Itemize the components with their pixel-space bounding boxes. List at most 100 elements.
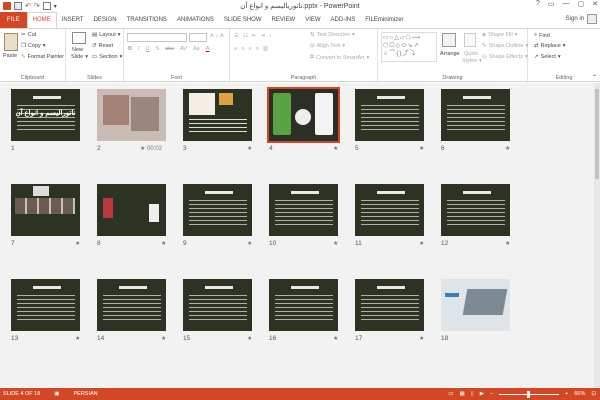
slide-thumbnail[interactable] [355, 89, 424, 141]
slide-thumbnail[interactable] [183, 184, 252, 236]
undo-icon[interactable]: ↶ [25, 2, 31, 10]
tab-add-ins[interactable]: ADD-INS [326, 12, 361, 28]
close-button[interactable]: ✕ [592, 0, 598, 8]
zoom-slider-thumb[interactable] [527, 390, 531, 398]
tab-file[interactable]: FILE [0, 12, 27, 28]
change-case-button[interactable]: Aa [193, 46, 200, 52]
tab-home[interactable]: HOME [26, 12, 57, 28]
slide-sorter-view-icon[interactable]: ▦ [459, 391, 464, 397]
sign-in-link[interactable]: Sign in [566, 16, 584, 22]
tab-slide-show[interactable]: SLIDE SHOW [219, 12, 267, 28]
slide-thumbnail[interactable] [355, 184, 424, 236]
slide-thumbnail[interactable] [267, 87, 340, 143]
increase-indent-icon[interactable]: ⇥ [260, 33, 265, 39]
numbering-icon[interactable]: ☷ [243, 33, 248, 39]
help-button[interactable]: ? [536, 0, 540, 8]
scrollbar-thumb[interactable] [595, 89, 599, 179]
columns-icon[interactable]: ▥ [263, 46, 268, 52]
tab-animations[interactable]: ANIMATIONS [172, 12, 219, 28]
align-right-icon[interactable]: ≡ [248, 46, 251, 52]
shape-fill-button[interactable]: ◈ Shape Fill ▾ [482, 32, 517, 38]
slide-thumbnail[interactable] [97, 89, 166, 141]
arrange-button[interactable]: Arrange [440, 51, 460, 57]
tab-insert[interactable]: INSERT [57, 12, 89, 28]
cut-button[interactable]: ✂ Cut [21, 32, 36, 38]
section-button[interactable]: ▭ Section ▾ [92, 54, 122, 60]
paste-icon[interactable] [4, 33, 18, 51]
slide-thumbnail[interactable] [97, 184, 166, 236]
italic-button[interactable]: I [138, 46, 140, 52]
justify-icon[interactable]: ≡ [256, 46, 259, 52]
character-spacing-button[interactable]: AV [180, 46, 187, 52]
strikethrough-button[interactable]: abc [165, 46, 174, 52]
zoom-level[interactable]: 66% [574, 391, 585, 397]
underline-button[interactable]: U [146, 46, 150, 52]
slide-thumbnail[interactable] [269, 279, 338, 331]
slideshow-view-icon[interactable]: ▶ [480, 391, 484, 397]
slide-thumbnail[interactable] [183, 89, 252, 141]
maximize-button[interactable]: ▢ [578, 0, 585, 8]
slide-thumbnail[interactable] [183, 279, 252, 331]
slide-thumbnail[interactable] [11, 184, 80, 236]
avatar[interactable] [587, 14, 597, 24]
slide-thumbnail[interactable] [11, 279, 80, 331]
find-button[interactable]: ⌕ Find [534, 32, 550, 39]
slideshow-start-icon[interactable] [42, 2, 51, 10]
tab-view[interactable]: VIEW [300, 12, 325, 28]
decrease-indent-icon[interactable]: ⇤ [252, 33, 257, 39]
bullets-icon[interactable]: ☰ [234, 33, 239, 39]
font-color-button[interactable]: A [206, 46, 210, 52]
copy-button[interactable]: ❐ Copy ▾ [21, 43, 46, 49]
slide-thumbnail[interactable] [269, 184, 338, 236]
arrange-icon[interactable] [442, 33, 456, 47]
shape-outline-button[interactable]: ✎ Shape Outline ▾ [482, 43, 528, 49]
tab-transitions[interactable]: TRANSITIONS [122, 12, 172, 28]
tab-fileminimizer[interactable]: FILEminimizer [360, 12, 408, 28]
select-button[interactable]: ➚ Select ▾ [534, 54, 561, 60]
tab-review[interactable]: REVIEW [267, 12, 301, 28]
slide-thumbnail[interactable] [97, 279, 166, 331]
reading-view-icon[interactable]: ▯ [471, 391, 474, 397]
slide-thumbnail[interactable] [441, 279, 510, 331]
normal-view-icon[interactable]: ▭ [448, 391, 453, 397]
slide-thumbnail[interactable] [441, 184, 510, 236]
align-text-button[interactable]: ⊟ Align Text ▾ [310, 43, 345, 49]
format-painter-button[interactable]: ✎ Format Painter [21, 54, 64, 60]
tab-design[interactable]: DESIGN [89, 12, 122, 28]
fit-slide-icon[interactable]: ⊡ [591, 391, 596, 397]
shapes-gallery[interactable]: ▭○△▱⬠⟶ ⬡☐◇⬭↘↗ ☆⌒{}⤴⤵ [381, 32, 437, 62]
slide-thumbnail[interactable]: ناتورالیسم و انواع آن [11, 89, 80, 141]
convert-smartart-button[interactable]: ⧉ Convert to SmartArt ▾ [310, 54, 369, 61]
bold-button[interactable]: B [128, 46, 132, 52]
text-direction-button[interactable]: ⇅ Text Direction ▾ [310, 32, 355, 38]
font-name-input[interactable] [127, 33, 187, 42]
replace-button[interactable]: ⇄ Replace ▾ [534, 43, 566, 49]
quick-styles-dropdown[interactable]: Styles ▾ [462, 58, 482, 64]
layout-button[interactable]: ▤ Layout ▾ [92, 32, 120, 38]
line-spacing-icon[interactable]: ↕ [269, 33, 272, 39]
customize-toolbar-icon[interactable]: ▾ [54, 3, 57, 10]
reset-button[interactable]: ↺ Reset [92, 43, 113, 49]
ribbon-display-button[interactable]: ▭ [548, 0, 555, 8]
paste-button[interactable]: Paste [3, 53, 17, 59]
quick-styles-button[interactable]: Quick [464, 51, 478, 57]
align-left-icon[interactable]: ≡ [234, 46, 237, 52]
align-center-icon[interactable]: ≡ [241, 46, 244, 52]
scrollbar[interactable] [594, 83, 600, 388]
save-icon[interactable] [14, 2, 22, 10]
zoom-in-icon[interactable]: + [565, 391, 568, 397]
zoom-slider[interactable] [499, 390, 560, 398]
zoom-out-icon[interactable]: − [490, 391, 493, 397]
slide-thumbnail[interactable] [441, 89, 510, 141]
new-slide-button[interactable]: New [72, 47, 83, 53]
new-slide-dropdown[interactable]: Slide ▾ [71, 54, 88, 60]
shadow-button[interactable]: S [156, 46, 160, 52]
language-indicator[interactable]: PERSIAN [74, 391, 98, 397]
shape-effects-button[interactable]: ◎ Shape Effects ▾ [482, 54, 528, 60]
minimize-button[interactable]: — [563, 0, 570, 8]
grow-font-button[interactable]: A + [210, 33, 218, 39]
spellcheck-icon[interactable]: ▣ [54, 391, 59, 397]
quick-styles-icon[interactable] [464, 33, 476, 47]
font-size-input[interactable] [189, 33, 207, 42]
new-slide-icon[interactable] [72, 32, 86, 44]
